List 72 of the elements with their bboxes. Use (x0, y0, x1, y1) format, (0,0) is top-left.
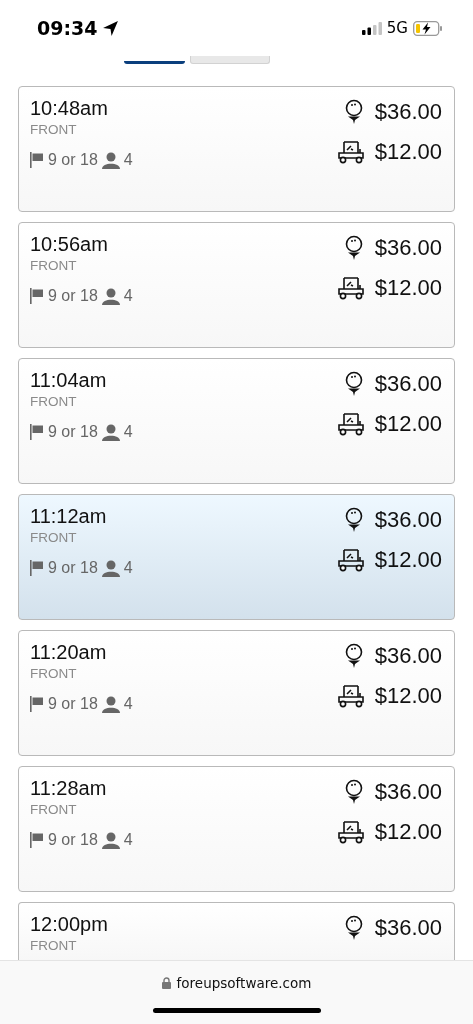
holes-count: 9 or 18 (48, 423, 98, 441)
golf-cart-icon (336, 275, 365, 301)
tee-time: 11:28am (30, 776, 108, 801)
person-icon (101, 423, 120, 441)
cart-fee: $12.00 (374, 275, 442, 301)
course-side: FRONT (30, 801, 78, 819)
course-side: FRONT (30, 665, 78, 683)
tee-time: 11:04am (30, 368, 108, 393)
tee-time: 11:12am (30, 504, 108, 529)
round-fee: $36.00 (374, 915, 442, 941)
players-count: 4 (123, 423, 133, 441)
person-icon (101, 151, 120, 169)
players-count: 4 (123, 559, 133, 577)
players-count: 4 (123, 831, 133, 849)
tee-time: 10:48am (30, 96, 109, 121)
person-icon (101, 695, 120, 713)
players-count: 4 (123, 151, 133, 169)
course-side: FRONT (30, 257, 78, 275)
holes-count: 9 or 18 (48, 831, 98, 849)
golf-cart-icon (336, 683, 365, 709)
course-side: FRONT (30, 529, 78, 547)
tee-time-card[interactable]: 10:56am FRONT 9 or 18 4 $36.00 $12.00 (18, 222, 455, 348)
holes-count: 9 or 18 (48, 559, 98, 577)
cart-fee: $12.00 (374, 819, 442, 845)
cart-fee: $12.00 (374, 547, 442, 573)
round-fee: $36.00 (374, 371, 442, 397)
holes-count: 9 or 18 (48, 151, 98, 169)
course-side: FRONT (30, 937, 78, 955)
battery-charging-icon (413, 20, 443, 36)
home-indicator[interactable] (152, 1008, 321, 1013)
tee-time: 11:20am (30, 640, 108, 665)
tee-time: 12:00pm (30, 912, 108, 937)
cart-fee: $12.00 (374, 683, 442, 709)
players-count: 4 (123, 695, 133, 713)
clock-time: 09:34 (37, 17, 98, 39)
round-fee: $36.00 (374, 779, 442, 805)
holes-count: 9 or 18 (48, 695, 98, 713)
person-icon (101, 559, 120, 577)
lock-icon (161, 977, 171, 989)
course-side: FRONT (30, 393, 78, 411)
tee-time: 10:56am (30, 232, 109, 257)
flag-icon (30, 152, 44, 168)
cart-fee: $12.00 (374, 411, 442, 437)
golf-cart-icon (336, 139, 365, 165)
flag-icon (30, 560, 44, 576)
page-address[interactable]: foreupsoftware.com (176, 975, 312, 991)
flag-icon (30, 696, 44, 712)
flag-icon (30, 424, 44, 440)
tee-time-card[interactable]: 11:28am FRONT 9 or 18 4 $36.00 $12.00 (18, 766, 455, 892)
golf-cart-icon (336, 547, 365, 573)
location-arrow-icon (102, 19, 120, 37)
golf-cart-icon (336, 819, 365, 845)
golf-cart-icon (336, 411, 365, 437)
tee-time-card[interactable]: 11:04am FRONT 9 or 18 4 $36.00 $12.00 (18, 358, 455, 484)
course-side: FRONT (30, 121, 78, 139)
tee-time-card[interactable]: 11:20am FRONT 9 or 18 4 $36.00 $12.00 (18, 630, 455, 756)
person-icon (101, 287, 120, 305)
holes-count: 9 or 18 (48, 287, 98, 305)
person-icon (101, 831, 120, 849)
round-fee: $36.00 (374, 99, 442, 125)
signal-icon (361, 21, 382, 35)
tee-time-card[interactable]: 12:00pm FRONT $36.00 (18, 902, 455, 961)
tee-time-card[interactable]: 10:48am FRONT 9 or 18 4 $36.00 $12.00 (18, 86, 455, 212)
cart-fee: $12.00 (374, 139, 442, 165)
tee-time-card[interactable]: 11:12am FRONT 9 or 18 4 $36.00 $12.00 (18, 494, 455, 620)
players-count: 4 (123, 287, 133, 305)
flag-icon (30, 832, 44, 848)
round-fee: $36.00 (374, 507, 442, 533)
round-fee: $36.00 (374, 643, 442, 669)
round-fee: $36.00 (374, 235, 442, 261)
flag-icon (30, 288, 44, 304)
network-type: 5G (386, 19, 408, 37)
